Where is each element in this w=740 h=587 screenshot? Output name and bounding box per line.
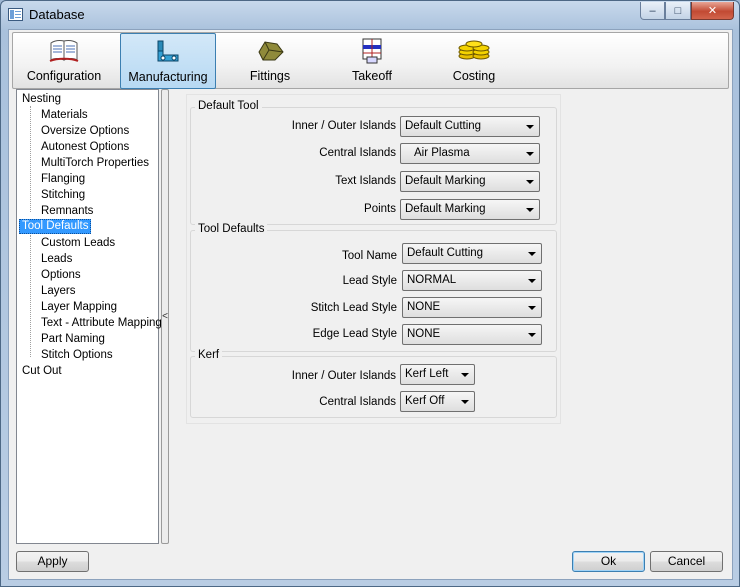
kerf-central-islands-label: Central Islands [319,396,396,408]
inner-outer-islands-tool-value: Default Cutting [405,120,482,132]
window-controls: – □ ✕ [640,2,734,20]
stitch-lead-style-select[interactable]: NONE [402,297,542,318]
database-app-icon [8,8,23,21]
toolbar-takeoff[interactable]: Takeoff [324,33,420,89]
edge-lead-style-select[interactable]: NONE [402,324,542,345]
tree-item-stitching[interactable]: Stitching [39,188,87,203]
panel-splitter[interactable]: < [161,89,169,544]
central-islands-label: Central Islands [319,147,396,159]
edge-lead-style-label: Edge Lead Style [312,328,397,340]
tree-item-custom-leads[interactable]: Custom Leads [39,236,117,251]
ok-button[interactable]: Ok [572,551,645,572]
toolbar-label-manufacturing: Manufacturing [128,70,208,84]
tree-item-text-attribute-mapping[interactable]: Text - Attribute Mapping [39,316,164,331]
lead-style-select[interactable]: NORMAL [402,270,542,291]
toolbar-label-fittings: Fittings [249,69,291,83]
central-islands-tool-select[interactable]: Air Plasma [400,143,540,164]
manufacturing-icon [154,38,182,66]
cancel-button[interactable]: Cancel [650,551,723,572]
apply-button[interactable]: Apply [16,551,89,572]
tool-name-value: Default Cutting [407,247,484,259]
text-islands-tool-value: Default Marking [405,175,486,187]
tree-connector [30,106,31,212]
tree-item-leads[interactable]: Leads [39,252,74,267]
toolbar-configuration[interactable]: Configuration [16,33,112,89]
tree-item-layer-mapping[interactable]: Layer Mapping [39,300,119,315]
tool-name-label: Tool Name [342,250,397,262]
kerf-inner-outer-islands-label: Inner / Outer Islands [291,370,396,382]
stitch-lead-style-label: Stitch Lead Style [310,302,397,314]
tree-item-remnants[interactable]: Remnants [39,204,95,219]
tree-item-tool-defaults[interactable]: Tool Defaults [19,219,92,234]
configuration-icon [49,37,79,65]
tree-item-oversize-options[interactable]: Oversize Options [39,124,131,139]
points-label: Points [364,203,396,215]
points-tool-select[interactable]: Default Marking [400,199,540,220]
category-toolbar: Configuration Manufacturing Fittings Tak… [12,32,729,89]
tree-item-nesting[interactable]: Nesting [20,92,63,107]
window-title: Database [29,7,85,22]
close-button[interactable]: ✕ [691,2,734,20]
database-window: Database – □ ✕ Configuration Manufacturi… [0,0,740,587]
maximize-button[interactable]: □ [665,2,691,20]
central-islands-tool-value: Air Plasma [414,147,470,159]
kerf-group-title: Kerf [195,349,223,361]
toolbar-costing[interactable]: Costing [426,33,522,89]
toolbar-manufacturing[interactable]: Manufacturing [120,33,216,89]
toolbar-label-takeoff: Takeoff [351,69,393,83]
tree-item-autonest-options[interactable]: Autonest Options [39,140,131,155]
settings-tree[interactable]: Nesting Materials Oversize Options Auton… [16,89,162,544]
dropdown-arrow-icon [528,252,536,256]
lead-style-label: Lead Style [342,275,397,287]
dropdown-arrow-icon [461,400,469,404]
stitch-lead-style-value: NONE [407,301,441,313]
collapse-chevron-icon: < [162,311,168,322]
kerf-central-islands-value: Kerf Off [405,395,445,407]
costing-icon [457,37,491,65]
edge-lead-style-value: NONE [407,328,441,340]
dropdown-arrow-icon [528,279,536,283]
fittings-icon [255,37,285,65]
tree-item-layers[interactable]: Layers [39,284,78,299]
inner-outer-islands-label: Inner / Outer Islands [291,120,396,132]
dialog-client-area: Configuration Manufacturing Fittings Tak… [8,29,733,580]
close-icon: ✕ [707,5,718,17]
kerf-central-islands-select[interactable]: Kerf Off [400,391,475,412]
tree-item-options[interactable]: Options [39,268,83,283]
text-islands-label: Text Islands [335,175,396,187]
dropdown-arrow-icon [461,373,469,377]
tree-item-flanging[interactable]: Flanging [39,172,87,187]
default-tool-group-title: Default Tool [195,100,262,112]
lead-style-value: NORMAL [407,274,457,286]
dropdown-arrow-icon [528,333,536,337]
dropdown-arrow-icon [526,180,534,184]
tree-item-materials[interactable]: Materials [39,108,90,123]
takeoff-icon [357,37,387,65]
kerf-group: Kerf [190,349,557,418]
toolbar-label-costing: Costing [452,69,496,83]
kerf-inner-outer-islands-select[interactable]: Kerf Left [400,364,475,385]
tree-connector [30,235,31,357]
toolbar-label-configuration: Configuration [26,69,102,83]
kerf-inner-outer-islands-value: Kerf Left [405,368,449,380]
toolbar-fittings[interactable]: Fittings [222,33,318,89]
text-islands-tool-select[interactable]: Default Marking [400,171,540,192]
inner-outer-islands-tool-select[interactable]: Default Cutting [400,116,540,137]
minimize-button[interactable]: – [640,2,665,20]
maximize-icon: □ [674,4,682,17]
minimize-icon: – [649,4,656,17]
tool-name-select[interactable]: Default Cutting [402,243,542,264]
title-bar[interactable]: Database – □ ✕ [1,1,739,29]
tree-item-cut-out[interactable]: Cut Out [20,364,64,379]
tree-item-part-naming[interactable]: Part Naming [39,332,107,347]
dropdown-arrow-icon [526,125,534,129]
dropdown-arrow-icon [526,208,534,212]
tool-defaults-group-title: Tool Defaults [195,223,268,235]
dropdown-arrow-icon [526,152,534,156]
tree-item-multitorch-properties[interactable]: MultiTorch Properties [39,156,151,171]
tree-item-stitch-options[interactable]: Stitch Options [39,348,115,363]
dropdown-arrow-icon [528,306,536,310]
points-tool-value: Default Marking [405,203,486,215]
